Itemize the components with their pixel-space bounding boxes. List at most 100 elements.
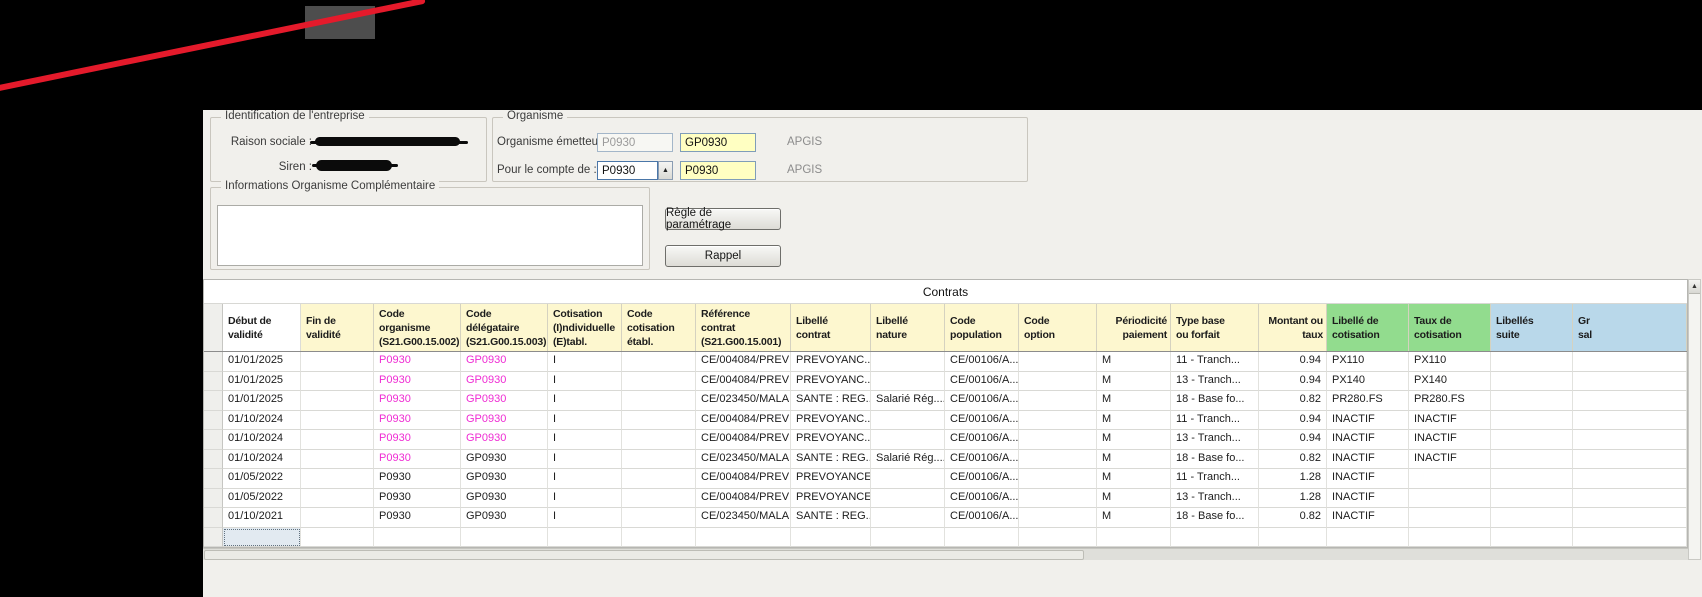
table-cell[interactable] <box>223 527 301 547</box>
table-cell[interactable]: INACTIF <box>1409 410 1491 430</box>
table-cell[interactable]: CE/00106/A... <box>945 371 1019 391</box>
table-cell[interactable] <box>1573 488 1687 508</box>
table-cell[interactable] <box>1019 488 1097 508</box>
table-cell[interactable]: P0930 <box>374 449 461 469</box>
table-cell[interactable] <box>374 527 461 547</box>
table-cell[interactable]: 01/05/2022 <box>223 469 301 489</box>
table-cell[interactable]: GP0930 <box>461 371 548 391</box>
table-cell[interactable]: 0.94 <box>1259 410 1327 430</box>
table-cell[interactable]: P0930 <box>374 352 461 372</box>
table-cell[interactable]: I <box>548 449 622 469</box>
table-cell[interactable] <box>1327 527 1409 547</box>
table-cell[interactable]: INACTIF <box>1409 430 1491 450</box>
vertical-scrollbar[interactable]: ▲ <box>1688 279 1701 560</box>
table-cell[interactable] <box>1019 449 1097 469</box>
row-gutter[interactable] <box>204 352 223 372</box>
table-cell[interactable] <box>622 488 696 508</box>
column-header[interactable]: Libellé de cotisation <box>1327 304 1409 351</box>
regle-parametrage-button[interactable]: Règle de paramétrage <box>665 207 781 231</box>
table-cell[interactable] <box>622 352 696 372</box>
table-cell[interactable] <box>1019 410 1097 430</box>
table-cell[interactable] <box>1491 391 1573 411</box>
column-header[interactable]: Code délégataire (S21.G00.15.003) <box>461 304 548 351</box>
table-cell[interactable] <box>1573 469 1687 489</box>
table-cell[interactable] <box>622 391 696 411</box>
table-cell[interactable]: I <box>548 352 622 372</box>
row-gutter[interactable] <box>204 527 223 547</box>
pour-le-compte-spinner[interactable]: ▲ <box>658 161 673 180</box>
column-header[interactable]: Code option <box>1019 304 1097 351</box>
table-cell[interactable]: PX110 <box>1327 352 1409 372</box>
table-cell[interactable] <box>301 352 374 372</box>
table-cell[interactable] <box>622 449 696 469</box>
table-cell[interactable] <box>871 527 945 547</box>
table-cell[interactable]: CE/004084/PREV <box>696 469 791 489</box>
table-cell[interactable] <box>1409 508 1491 528</box>
table-cell[interactable] <box>1019 391 1097 411</box>
table-cell[interactable]: M <box>1097 371 1171 391</box>
table-cell[interactable] <box>1259 527 1327 547</box>
table-cell[interactable]: PREVOYANC... <box>791 371 871 391</box>
table-cell[interactable]: PREVOYANC... <box>791 430 871 450</box>
table-cell[interactable]: SANTE : REG... <box>791 508 871 528</box>
table-cell[interactable] <box>1573 430 1687 450</box>
table-cell[interactable]: I <box>548 508 622 528</box>
table-cell[interactable] <box>1491 410 1573 430</box>
table-cell[interactable]: GP0930 <box>461 488 548 508</box>
table-cell[interactable]: M <box>1097 508 1171 528</box>
table-cell[interactable] <box>301 410 374 430</box>
table-cell[interactable] <box>1409 469 1491 489</box>
table-cell[interactable] <box>871 371 945 391</box>
table-cell[interactable]: I <box>548 391 622 411</box>
table-cell[interactable] <box>622 508 696 528</box>
table-cell[interactable]: CE/00106/A... <box>945 449 1019 469</box>
table-cell[interactable] <box>301 449 374 469</box>
table-cell[interactable]: PX110 <box>1409 352 1491 372</box>
table-cell[interactable] <box>871 488 945 508</box>
table-cell[interactable]: P0930 <box>374 469 461 489</box>
table-cell[interactable] <box>301 430 374 450</box>
table-cell[interactable]: CE/004084/PREV <box>696 488 791 508</box>
table-cell[interactable] <box>301 371 374 391</box>
column-header[interactable]: Gr sal <box>1573 304 1687 351</box>
organisme-emetteur-code-input[interactable] <box>680 133 756 152</box>
column-header[interactable]: Référence contrat (S21.G00.15.001) <box>696 304 791 351</box>
table-cell[interactable]: 0.82 <box>1259 391 1327 411</box>
table-cell[interactable] <box>1491 488 1573 508</box>
table-cell[interactable]: 18 - Base fo... <box>1171 391 1259 411</box>
table-cell[interactable] <box>1491 352 1573 372</box>
table-cell[interactable] <box>622 430 696 450</box>
table-cell[interactable] <box>1097 527 1171 547</box>
scroll-up-button[interactable]: ▲ <box>1689 280 1700 294</box>
column-header[interactable]: Fin de validité <box>301 304 374 351</box>
table-cell[interactable]: M <box>1097 410 1171 430</box>
organisme-emetteur-input[interactable] <box>597 133 673 152</box>
table-cell[interactable]: 01/01/2025 <box>223 371 301 391</box>
table-cell[interactable]: PREVOYANCE <box>791 488 871 508</box>
table-cell[interactable]: P0930 <box>374 508 461 528</box>
table-cell[interactable]: 11 - Tranch... <box>1171 352 1259 372</box>
table-cell[interactable]: 18 - Base fo... <box>1171 508 1259 528</box>
column-header[interactable]: Taux de cotisation <box>1409 304 1491 351</box>
table-cell[interactable]: CE/00106/A... <box>945 352 1019 372</box>
new-entry-row[interactable] <box>204 527 1687 547</box>
table-cell[interactable] <box>696 527 791 547</box>
table-cell[interactable]: Salarié Rég.... <box>871 449 945 469</box>
table-cell[interactable]: M <box>1097 488 1171 508</box>
row-gutter[interactable] <box>204 449 223 469</box>
horizontal-scrollbar[interactable] <box>203 548 1688 560</box>
table-row[interactable]: 01/10/2024 P0930 GP0930 I CE/004084/PREV PREV… <box>204 410 1687 430</box>
table-cell[interactable]: Salarié Rég.... <box>871 391 945 411</box>
table-cell[interactable] <box>301 488 374 508</box>
table-cell[interactable]: M <box>1097 449 1171 469</box>
column-header[interactable]: Libellés suite <box>1491 304 1573 351</box>
table-cell[interactable]: INACTIF <box>1327 508 1409 528</box>
table-cell[interactable]: CE/00106/A... <box>945 410 1019 430</box>
table-cell[interactable] <box>1573 410 1687 430</box>
column-header[interactable]: Code organisme (S21.G00.15.002) <box>374 304 461 351</box>
table-cell[interactable]: 01/10/2024 <box>223 449 301 469</box>
table-cell[interactable] <box>1573 508 1687 528</box>
column-header[interactable]: Type base ou forfait <box>1171 304 1259 351</box>
table-cell[interactable] <box>1019 430 1097 450</box>
table-cell[interactable]: PREVOYANC... <box>791 410 871 430</box>
